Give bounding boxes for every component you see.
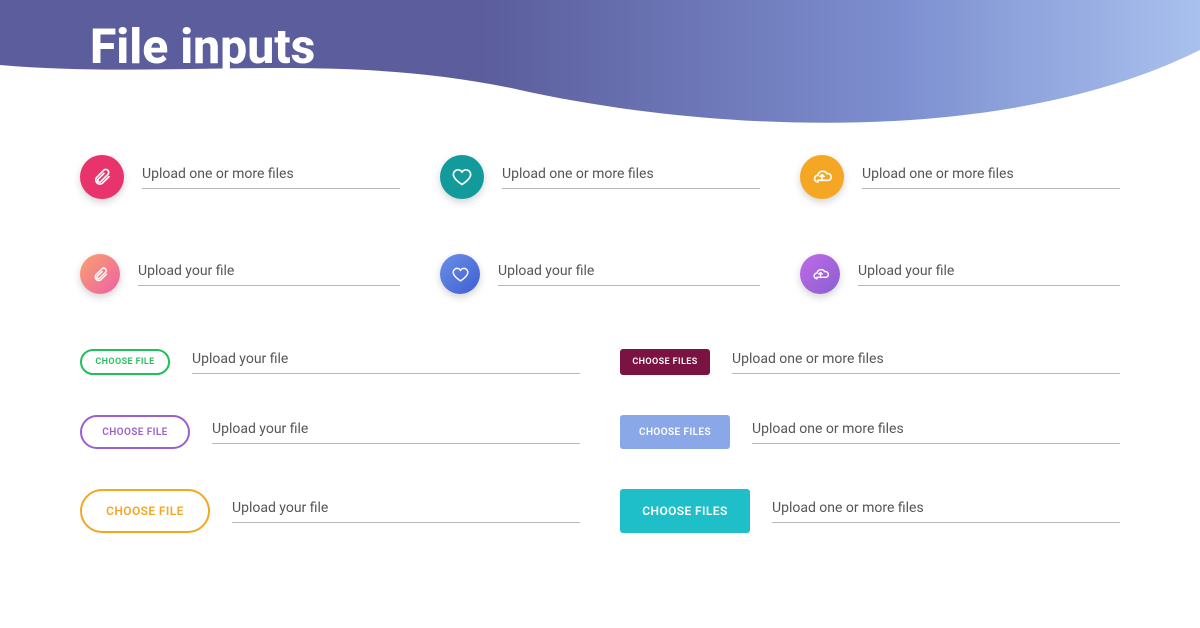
file-input-placeholder: Upload one or more files: [142, 166, 400, 189]
file-input-outline-sm[interactable]: Choose file Upload your file: [80, 349, 580, 375]
cloud-upload-icon: [800, 254, 840, 294]
page-title: File inputs: [90, 18, 315, 75]
file-input-placeholder: Upload one or more files: [862, 166, 1120, 189]
file-input-placeholder: Upload your file: [858, 263, 1120, 286]
file-input-placeholder: Upload one or more files: [732, 351, 1120, 374]
file-input-filled-md[interactable]: Choose files Upload one or more files: [620, 415, 1120, 449]
file-input-placeholder: Upload your file: [232, 500, 580, 523]
content-area: Upload one or more files Upload one or m…: [80, 155, 1120, 533]
paperclip-icon: [80, 155, 124, 199]
file-input-paperclip[interactable]: Upload one or more files: [80, 155, 400, 199]
file-input-outline-lg[interactable]: Choose file Upload your file: [80, 489, 580, 533]
file-input-placeholder: Upload your file: [212, 421, 580, 444]
paperclip-icon: [80, 254, 120, 294]
file-input-heart-grad[interactable]: Upload your file: [440, 254, 760, 294]
choose-files-button[interactable]: Choose files: [620, 489, 750, 533]
choose-files-button[interactable]: Choose files: [620, 349, 710, 375]
file-input-outline-md[interactable]: Choose file Upload your file: [80, 415, 580, 449]
choose-file-button[interactable]: Choose file: [80, 349, 170, 375]
heart-icon: [440, 155, 484, 199]
file-input-heart[interactable]: Upload one or more files: [440, 155, 760, 199]
file-input-placeholder: Upload your file: [498, 263, 760, 286]
file-input-cloud-grad[interactable]: Upload your file: [800, 254, 1120, 294]
heart-icon: [440, 254, 480, 294]
file-input-placeholder: Upload one or more files: [772, 500, 1120, 523]
cloud-upload-icon: [800, 155, 844, 199]
choose-file-button[interactable]: Choose file: [80, 489, 210, 533]
file-input-paperclip-grad[interactable]: Upload your file: [80, 254, 400, 294]
icon-row-solid: Upload one or more files Upload one or m…: [80, 155, 1120, 199]
file-input-filled-sm[interactable]: Choose files Upload one or more files: [620, 349, 1120, 375]
choose-files-button[interactable]: Choose files: [620, 415, 730, 449]
file-input-placeholder: Upload your file: [192, 351, 580, 374]
button-rows: Choose file Upload your file Choose file…: [80, 349, 1120, 533]
file-input-placeholder: Upload your file: [138, 263, 400, 286]
icon-row-gradient: Upload your file Upload your file Upload…: [80, 254, 1120, 294]
file-input-filled-lg[interactable]: Choose files Upload one or more files: [620, 489, 1120, 533]
choose-file-button[interactable]: Choose file: [80, 415, 190, 449]
file-input-placeholder: Upload one or more files: [502, 166, 760, 189]
file-input-placeholder: Upload one or more files: [752, 421, 1120, 444]
file-input-cloud[interactable]: Upload one or more files: [800, 155, 1120, 199]
